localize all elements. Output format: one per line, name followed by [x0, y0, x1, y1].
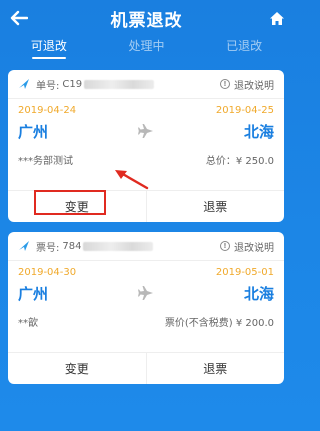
change-button[interactable]: 变更: [8, 353, 146, 384]
tab-refundable[interactable]: 可退改: [0, 36, 98, 60]
explain-label: 退改说明: [234, 80, 274, 92]
passenger-name: ***务部测试: [18, 156, 73, 167]
ticket-price: 票价(不含税费) ¥ 200.0: [164, 318, 274, 329]
order-number-label: 单号:: [36, 80, 60, 92]
order-info: ***务部测试 总价：¥ 250.0: [8, 142, 284, 167]
home-button[interactable]: [267, 8, 287, 28]
flight-route: 广州 北海: [8, 278, 284, 304]
order-actions: 变更 退票: [8, 352, 284, 384]
back-button[interactable]: [8, 7, 30, 29]
ticket-number-label: 票号:: [36, 242, 60, 254]
from-city: 广州: [18, 122, 49, 141]
from-city: 广州: [18, 284, 49, 303]
order-card: 单号: C19 ! 退改说明 2019-04-24 2019-04-25 广州 …: [8, 70, 284, 222]
refund-explanation-link[interactable]: ! 退改说明: [220, 77, 274, 92]
status-tabs: 可退改 处理中 已退改: [0, 36, 293, 60]
depart-date: 2019-04-24: [18, 105, 77, 116]
airline-logo-icon: [19, 79, 29, 89]
info-icon: !: [220, 241, 230, 251]
refund-button[interactable]: 退票: [145, 191, 285, 222]
order-card: 票号: 784 ! 退改说明 2019-04-30 2019-05-01 广州 …: [8, 232, 284, 384]
redaction-mask: [83, 241, 154, 251]
order-header: 单号: C19 ! 退改说明: [8, 70, 284, 98]
refund-explanation-link[interactable]: ! 退改说明: [220, 239, 274, 254]
total-price: 总价：¥ 250.0: [205, 156, 274, 167]
airplane-icon: [138, 124, 153, 138]
to-city: 北海: [243, 284, 274, 303]
explain-label: 退改说明: [234, 242, 274, 254]
order-info: **歆 票价(不含税费) ¥ 200.0: [8, 304, 284, 329]
refund-button[interactable]: 退票: [145, 353, 285, 384]
order-header: 票号: 784 ! 退改说明: [8, 232, 284, 260]
airline-logo-icon: [19, 241, 29, 251]
page-title: 机票退改: [110, 10, 183, 31]
flight-dates: 2019-04-24 2019-04-25: [8, 99, 284, 116]
return-date: 2019-04-25: [215, 105, 274, 116]
tab-processing[interactable]: 处理中: [98, 36, 196, 60]
change-button[interactable]: 变更: [8, 191, 146, 222]
app-header: 机票退改: [0, 0, 293, 36]
home-icon: [270, 11, 284, 25]
to-city: 北海: [243, 122, 274, 141]
return-date: 2019-05-01: [215, 267, 274, 278]
ticket-number: 784: [62, 240, 82, 252]
flight-route: 广州 北海: [8, 116, 284, 142]
redaction-mask: [84, 79, 155, 89]
passenger-name: **歆: [18, 318, 38, 329]
order-actions: 变更 退票: [8, 190, 284, 222]
back-arrow-icon: [10, 10, 28, 26]
tab-completed[interactable]: 已退改: [195, 36, 293, 60]
airplane-icon: [138, 286, 153, 300]
info-icon: !: [220, 79, 230, 89]
order-number: C19: [62, 78, 83, 90]
depart-date: 2019-04-30: [18, 267, 77, 278]
flight-dates: 2019-04-30 2019-05-01: [8, 261, 284, 278]
